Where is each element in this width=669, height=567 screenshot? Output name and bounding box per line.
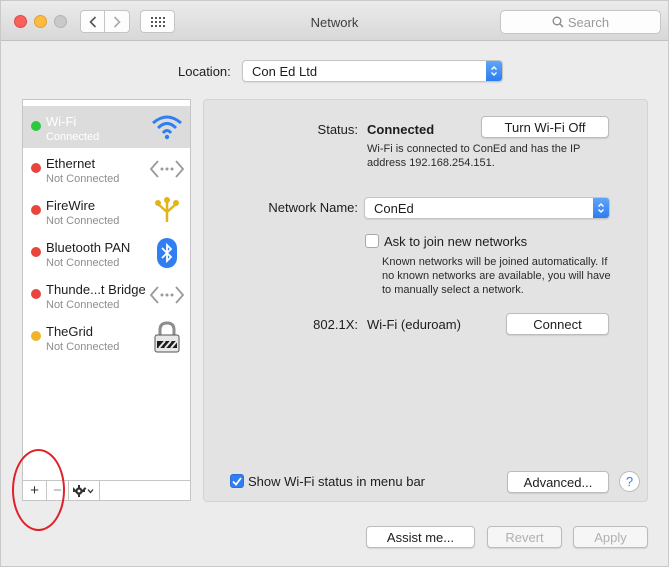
ask-to-join-checkbox[interactable] [365,234,379,248]
service-name: Thunde...t Bridge [46,282,146,297]
service-item-bluetooth-pan[interactable]: Bluetooth PAN Not Connected [23,232,190,274]
network-name-select[interactable]: ConEd [364,197,610,219]
service-status: Not Connected [46,341,120,353]
network-preferences-window: Network Search Location: Con Ed Ltd Wi-F… [0,0,669,567]
service-name: Ethernet [46,156,96,171]
remove-service-button[interactable]: − [47,481,69,500]
add-service-button[interactable]: + [23,481,47,500]
ask-description-3: to manually select a network. [382,284,524,296]
location-label: Location: [178,64,231,79]
apply-button[interactable]: Apply [573,526,648,548]
service-item-ethernet[interactable]: Ethernet Not Connected [23,148,190,190]
assist-me-button[interactable]: Assist me... [366,526,475,548]
turn-wifi-off-button[interactable]: Turn Wi-Fi Off [481,116,609,138]
status-dot [31,331,41,341]
dot1x-label: 802.1X: [313,317,358,332]
location-select[interactable]: Con Ed Ltd [242,60,503,82]
ethernet-icon [150,153,184,185]
service-item-firewire[interactable]: FireWire Not Connected [23,190,190,232]
help-button[interactable]: ? [619,471,640,492]
service-status: Not Connected [46,257,120,269]
ask-to-join-label: Ask to join new networks [384,234,528,249]
bluetooth-icon [150,237,184,269]
service-name: FireWire [46,198,96,213]
wifi-detail-panel: Status: Connected Turn Wi-Fi Off Wi-Fi i… [203,99,648,502]
service-list-toolbar: + − [22,480,191,501]
service-name: TheGrid [46,324,93,339]
checkmark-icon [232,476,242,486]
status-dot [31,289,41,299]
ask-description-1: Known networks will be joined automatica… [382,256,608,268]
status-dot [31,205,41,215]
network-name-label: Network Name: [268,200,358,215]
service-status: Not Connected [46,215,120,227]
action-menu-button[interactable] [69,481,100,500]
advanced-button[interactable]: Advanced... [507,471,609,493]
service-status: Not Connected [46,173,120,185]
gear-icon [73,484,94,497]
service-status: Connected [46,131,100,143]
select-arrows-icon [593,198,609,218]
revert-button[interactable]: Revert [487,526,562,548]
service-name: Wi-Fi [46,114,77,129]
show-wifi-status-label: Show Wi-Fi status in menu bar [248,474,426,489]
location-value: Con Ed Ltd [252,64,318,79]
firewire-icon [150,195,184,227]
status-label: Status: [317,122,358,137]
status-description-1: Wi-Fi is connected to ConEd and has the … [367,143,581,155]
ask-description-2: no known networks are available, you wil… [382,270,611,282]
service-name: Bluetooth PAN [46,240,131,255]
service-status: Not Connected [46,299,120,311]
status-dot [31,163,41,173]
lock-icon [150,321,184,353]
network-name-value: ConEd [374,201,414,216]
service-item-thegrid[interactable]: TheGrid Not Connected [23,316,190,358]
status-dot [31,121,41,131]
status-dot [31,247,41,257]
service-list: Wi-Fi Connected Ethernet Not Connected F… [22,99,191,481]
select-arrows-icon [486,61,502,81]
search-placeholder: Search [567,14,610,30]
title-bar: Network Search [1,1,668,41]
dot1x-value: Wi-Fi (eduroam) [367,317,461,332]
status-value: Connected [367,122,435,137]
connect-button[interactable]: Connect [506,313,609,335]
show-wifi-status-checkbox[interactable] [230,474,244,488]
status-description-2: address 192.168.254.151. [367,157,495,169]
service-item-thunderbolt-bridge[interactable]: Thunde...t Bridge Not Connected [23,274,190,316]
wifi-icon [150,111,184,143]
service-item-wifi[interactable]: Wi-Fi Connected [23,106,190,148]
search-icon [552,16,564,28]
search-field[interactable]: Search [500,10,661,34]
thunderbolt-bridge-icon [150,279,184,311]
